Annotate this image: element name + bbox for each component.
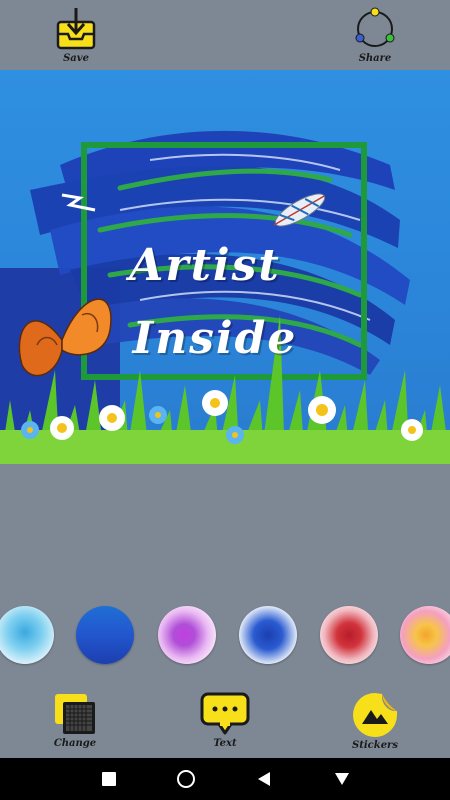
system-navigation-bar [0, 758, 450, 800]
change-background-button[interactable]: Change [40, 690, 110, 758]
circle-icon [177, 770, 195, 788]
background-thumbnail-strip[interactable] [0, 606, 450, 670]
background-thumb-purple-splash[interactable] [158, 606, 216, 664]
editor-screen: Save Share Artist Inside Change Text Sti… [0, 0, 450, 800]
background-thumb-blue-brush-frame[interactable] [239, 606, 297, 664]
square-icon [102, 772, 116, 786]
back-button[interactable] [252, 767, 276, 791]
stickers-button[interactable]: Stickers [340, 690, 410, 758]
background-thumb-blue-gradient[interactable] [76, 606, 134, 664]
save-button[interactable]: Save [46, 4, 106, 66]
background-thumb-orange-pink-splash[interactable] [400, 606, 450, 664]
back-triangle-icon [258, 772, 270, 786]
text-bubble-icon [200, 692, 250, 735]
artwork-canvas[interactable]: Artist Inside [0, 70, 450, 464]
text-label: Text [213, 738, 237, 749]
stickers-label: Stickers [352, 740, 398, 751]
add-text-button[interactable]: Text [190, 690, 260, 758]
background-thumb-red-splash[interactable] [320, 606, 378, 664]
background-thumb-watercolor-cyan[interactable] [0, 606, 54, 664]
notifications-button[interactable] [330, 767, 354, 791]
home-button[interactable] [174, 767, 198, 791]
artwork-text-line1[interactable]: Artist [0, 240, 410, 291]
down-triangle-icon [335, 773, 349, 785]
bottom-toolbar: Change Text Stickers [0, 690, 450, 758]
share-button[interactable]: Share [345, 4, 405, 66]
share-icon [355, 7, 395, 47]
artwork-text-line2[interactable]: Inside [10, 313, 420, 364]
share-label: Share [358, 53, 392, 64]
save-label: Save [63, 53, 89, 64]
change-label: Change [53, 738, 97, 749]
recent-apps-button[interactable] [97, 767, 121, 791]
change-background-icon [55, 694, 95, 734]
save-download-icon [56, 8, 96, 50]
top-toolbar: Save Share [0, 0, 450, 70]
stickers-icon [353, 693, 397, 737]
